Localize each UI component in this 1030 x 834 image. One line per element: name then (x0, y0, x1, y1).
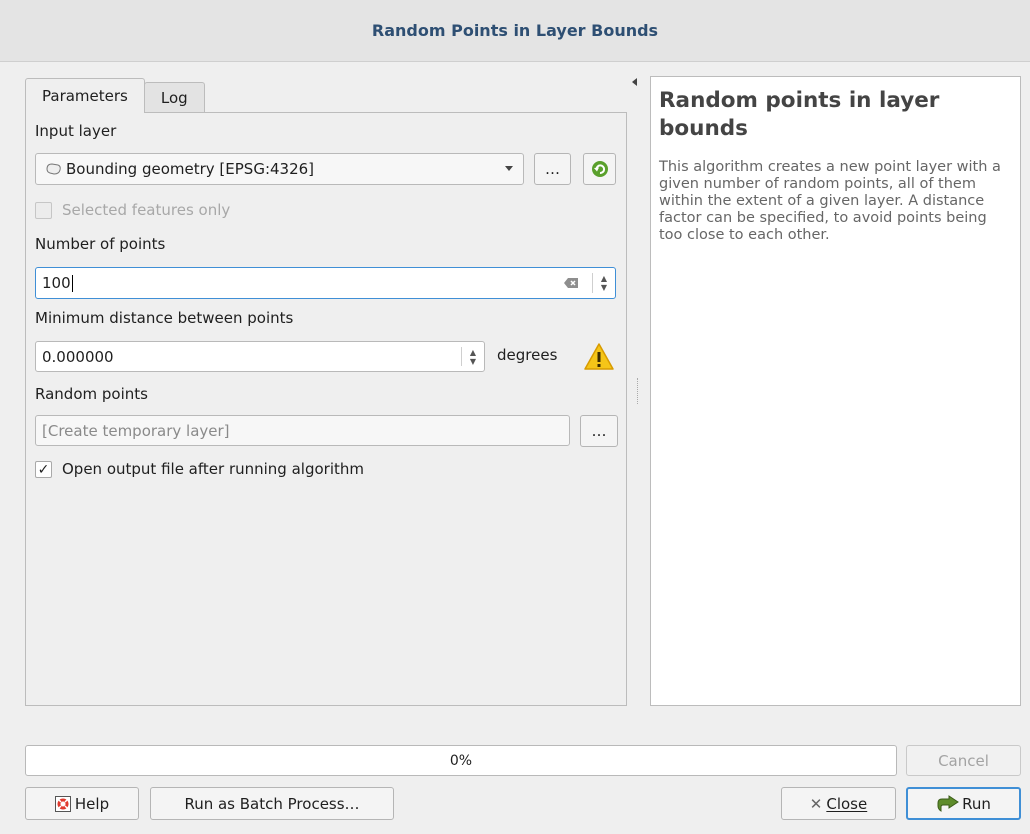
close-button[interactable]: ✕ Close (781, 787, 896, 820)
progress-text: 0% (449, 752, 473, 769)
warning-icon (583, 342, 615, 372)
number-of-points-input[interactable]: 100 ▲ ▼ (35, 267, 616, 299)
random-points-label: Random points (35, 385, 148, 403)
run-button[interactable]: Run (906, 787, 1021, 820)
help-panel: Random points in layer bounds This algor… (650, 76, 1021, 706)
help-body: This algorithm creates a new point layer… (659, 159, 1001, 243)
clear-icon[interactable] (563, 277, 579, 289)
chevron-down-icon (505, 166, 513, 171)
selected-features-label: Selected features only (62, 201, 231, 219)
refresh-button[interactable] (583, 153, 616, 185)
run-label: Run (962, 794, 991, 813)
min-distance-input[interactable]: 0.000000 ▲ ▼ (35, 341, 485, 372)
checkmark-icon: ✓ (37, 461, 50, 478)
min-distance-spinner[interactable]: ▲ ▼ (466, 346, 480, 367)
spin-down-icon[interactable]: ▼ (601, 283, 607, 292)
help-icon (54, 795, 71, 812)
input-layer-value: Bounding geometry [EPSG:4326] (66, 160, 315, 178)
cancel-button[interactable]: Cancel (906, 745, 1021, 776)
min-distance-value: 0.000000 (42, 347, 114, 366)
spin-divider (592, 273, 593, 293)
help-title: Random points in layer bounds (659, 88, 940, 141)
tab-bar: Parameters Log (25, 78, 205, 113)
open-output-checkbox[interactable]: ✓ (35, 461, 52, 478)
parameters-panel: Input layer Bounding geometry [EPSG:4326… (25, 112, 627, 706)
close-label: Close (826, 794, 868, 813)
text-cursor (71, 274, 73, 292)
output-layer-placeholder: [Create temporary layer] (42, 421, 230, 440)
spin-up-icon[interactable]: ▲ (601, 274, 607, 283)
window-title: Random Points in Layer Bounds (371, 21, 659, 40)
units-label: degrees (497, 346, 558, 364)
output-browse-button[interactable]: … (580, 415, 618, 447)
help-label: Help (74, 794, 110, 813)
progress-bar: 0% (25, 745, 897, 776)
window-titlebar: Random Points in Layer Bounds (0, 0, 1030, 62)
number-of-points-spinner[interactable]: ▲ ▼ (597, 272, 611, 294)
open-output-label: Open output file after running algorithm (62, 460, 364, 478)
refresh-icon (590, 159, 610, 179)
spin-down-icon[interactable]: ▼ (470, 357, 476, 366)
number-of-points-value: 100 (42, 274, 71, 292)
spin-up-icon[interactable]: ▲ (470, 348, 476, 357)
min-distance-label: Minimum distance between points (35, 309, 294, 327)
tab-log[interactable]: Log (143, 82, 205, 112)
input-layer-label: Input layer (35, 122, 117, 140)
run-icon (936, 794, 960, 813)
close-icon: ✕ (809, 794, 823, 813)
batch-label: Run as Batch Process… (184, 794, 360, 813)
spin-divider (461, 347, 462, 366)
input-layer-browse-button[interactable]: … (534, 153, 571, 185)
output-layer-input[interactable]: [Create temporary layer] (35, 415, 570, 446)
number-of-points-label: Number of points (35, 235, 166, 253)
splitter-handle[interactable] (637, 378, 638, 404)
input-layer-combo[interactable]: Bounding geometry [EPSG:4326] (35, 153, 524, 185)
polygon-icon (46, 163, 62, 175)
help-button[interactable]: Help (25, 787, 139, 820)
cancel-label: Cancel (938, 751, 989, 770)
browse-label: … (545, 160, 560, 178)
collapse-arrow-icon[interactable] (632, 78, 637, 86)
selected-features-checkbox[interactable] (35, 202, 52, 219)
output-browse-label: … (591, 422, 607, 440)
batch-process-button[interactable]: Run as Batch Process… (150, 787, 394, 820)
tab-parameters[interactable]: Parameters (25, 78, 145, 113)
